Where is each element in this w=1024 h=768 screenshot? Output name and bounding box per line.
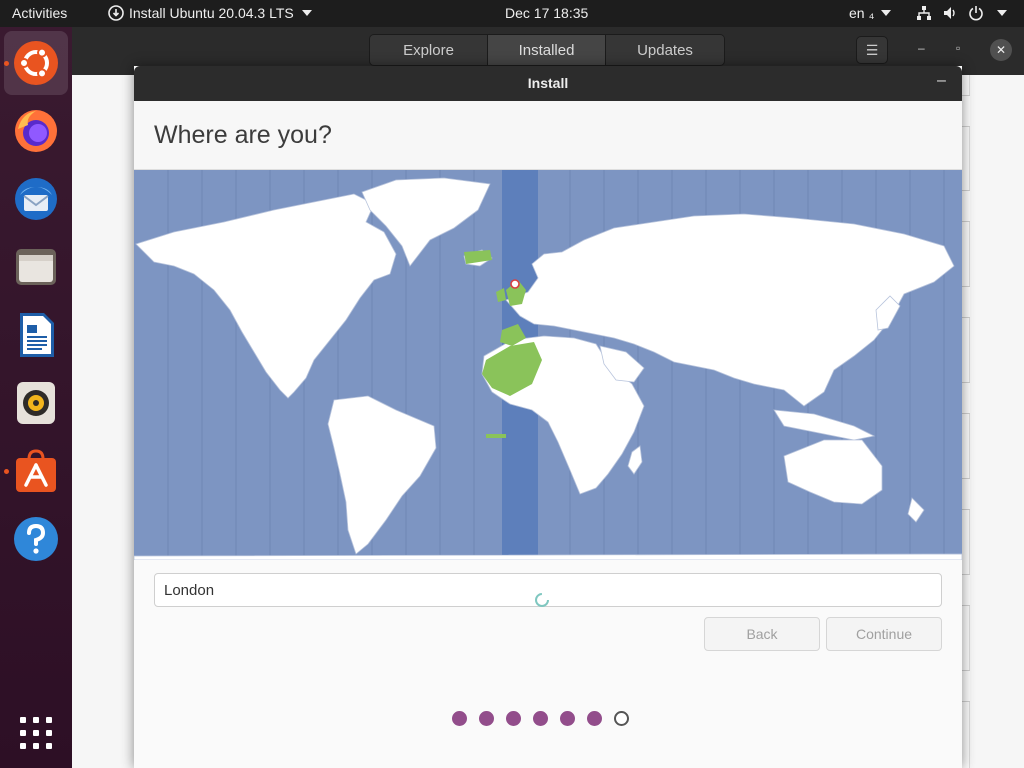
progress-dot [506,711,521,726]
apps-grid-icon [20,717,52,749]
tab-installed[interactable]: Installed [488,35,606,65]
dock-help[interactable] [4,507,68,571]
language-label: en [849,5,865,21]
ubuntu-software-icon [16,449,56,492]
chevron-down-icon [997,10,1007,16]
close-icon: ✕ [995,43,1007,57]
app-menu[interactable]: Install Ubuntu 20.04.3 LTS [108,5,312,21]
back-button[interactable]: Back [704,617,820,651]
continue-button[interactable]: Continue [826,617,942,651]
firefox-icon [15,110,57,152]
software-tabs: Explore Installed Updates [369,34,725,66]
progress-dot [452,711,467,726]
dialog-titlebar: Install – [134,66,962,101]
app-menu-label: Install Ubuntu 20.04.3 LTS [129,5,294,21]
dock-thunderbird[interactable] [4,167,68,231]
top-bar: Activities Install Ubuntu 20.04.3 LTS De… [0,0,1024,27]
dock-ubuntu-software[interactable] [4,439,68,503]
progress-dot [479,711,494,726]
progress-dots [452,711,629,726]
heading-area: Where are you? [134,101,962,170]
running-indicator [4,469,9,474]
close-button[interactable]: ✕ [990,39,1012,61]
maximize-icon[interactable]: ▫ [956,41,960,55]
page-title: Where are you? [154,121,332,149]
installer-app-icon [108,5,124,21]
system-menu[interactable] [916,5,1007,21]
tab-updates[interactable]: Updates [606,35,724,65]
loading-spinner-icon [535,593,549,607]
chevron-down-icon [301,10,312,16]
running-indicator [4,61,9,66]
progress-dot [587,711,602,726]
minimize-icon[interactable]: – [918,41,925,55]
minimize-icon: – [937,72,946,89]
dock-libreoffice-writer[interactable] [4,303,68,367]
dock [0,27,72,768]
dock-firefox[interactable] [4,99,68,163]
menu-button[interactable]: ☰ [856,36,888,64]
network-icon [917,6,931,20]
volume-icon [944,7,955,19]
tab-explore[interactable]: Explore [370,35,488,65]
show-applications-button[interactable] [4,701,68,765]
help-icon [14,517,58,561]
clock[interactable]: Dec 17 18:35 [505,5,588,21]
thunderbird-icon [15,178,57,220]
timezone-map[interactable] [134,170,962,560]
chevron-down-icon [881,10,892,16]
dialog-title: Install [527,75,569,91]
dock-files[interactable] [4,235,68,299]
files-icon [16,249,56,285]
selected-city-marker[interactable] [510,279,520,289]
libreoffice-writer-icon [20,313,54,357]
power-icon [969,6,983,21]
rhythmbox-icon [17,382,55,424]
dock-ubuntu-installer[interactable] [4,31,68,95]
minimize-button[interactable]: – [937,72,946,90]
hamburger-icon: ☰ [865,41,879,58]
progress-dot [614,711,629,726]
install-dialog: Install – Where are you? London Back Con… [134,66,962,768]
language-indicator[interactable]: en ₄ [849,5,892,21]
dock-rhythmbox[interactable] [4,371,68,435]
progress-dot [533,711,548,726]
activities-button[interactable]: Activities [12,5,67,21]
progress-dot [560,711,575,726]
ubuntu-installer-icon [14,41,58,85]
